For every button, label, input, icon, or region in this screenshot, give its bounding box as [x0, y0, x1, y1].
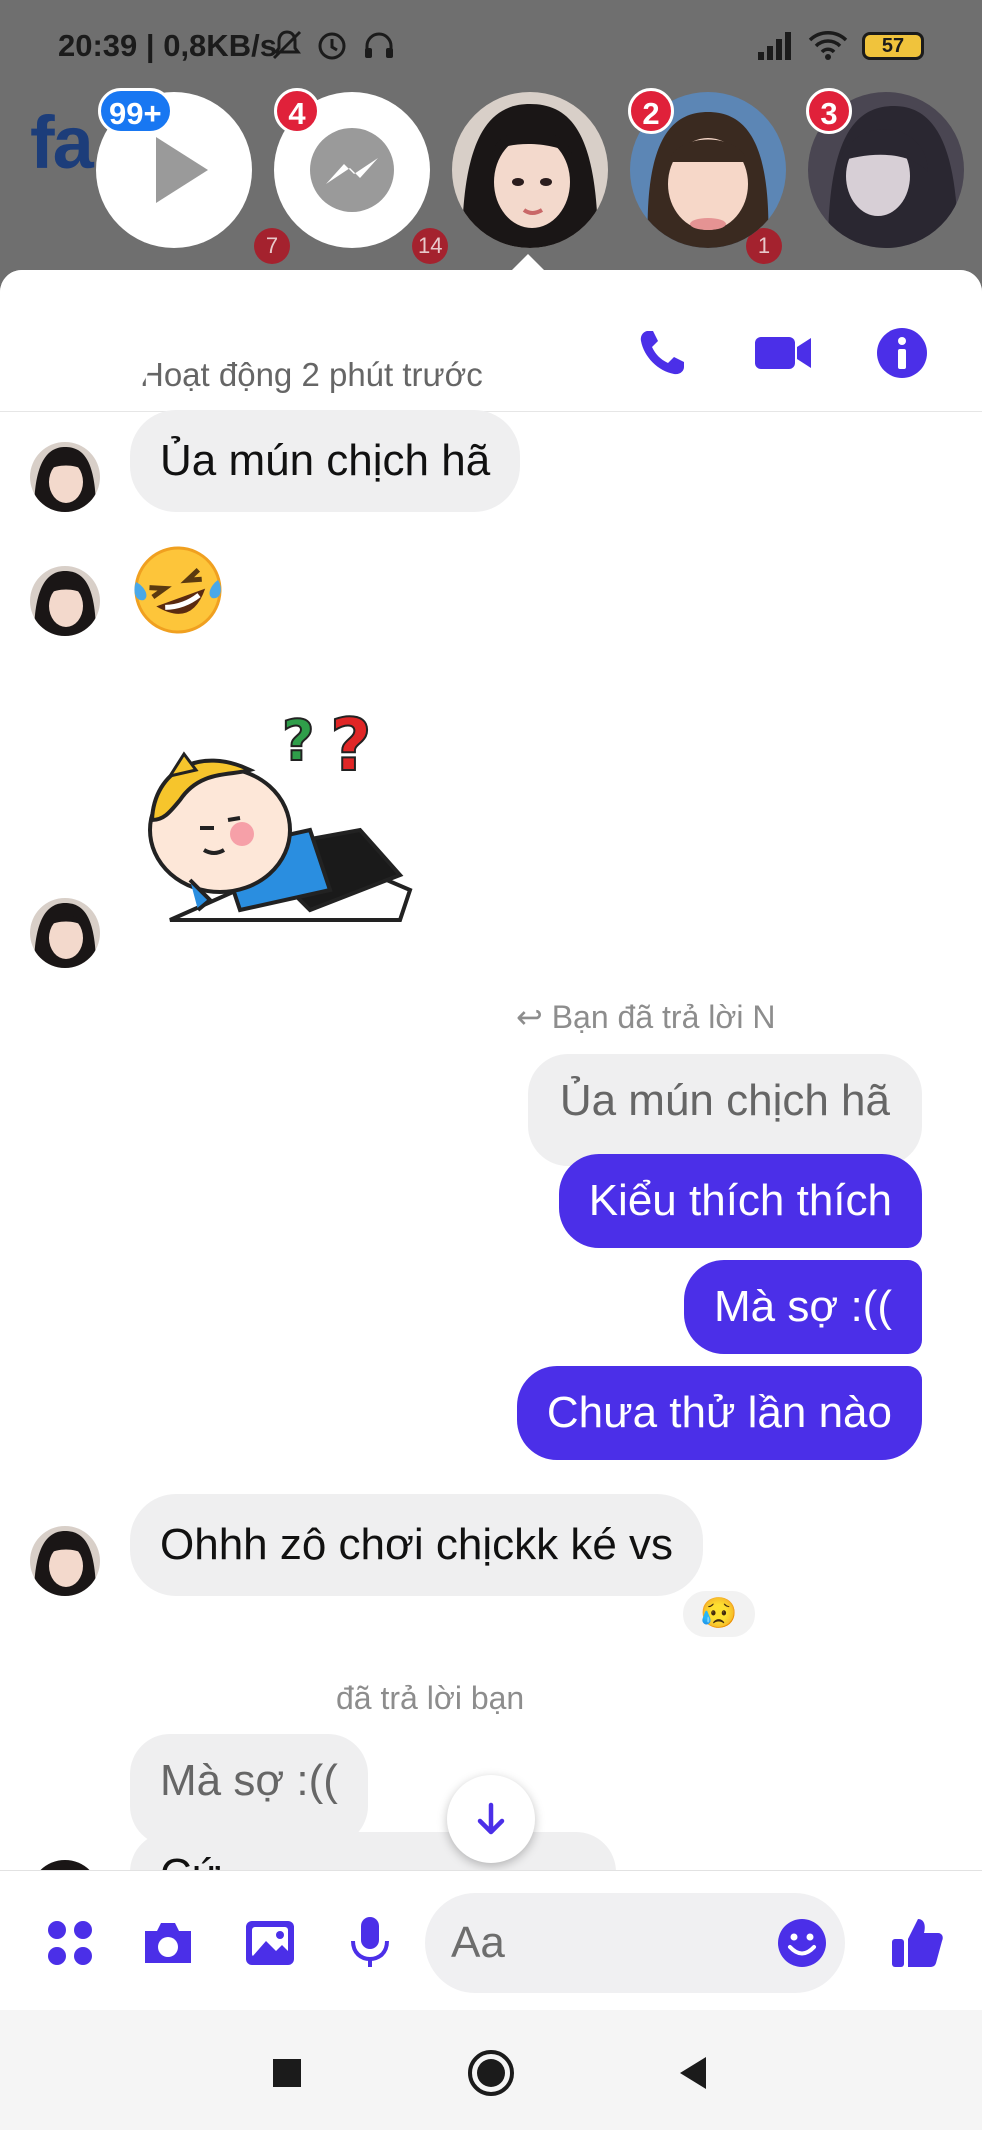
messenger-head-badge: 4: [274, 88, 320, 134]
svg-text:?: ?: [282, 709, 314, 774]
contact-avatar[interactable]: [30, 1526, 100, 1596]
fb-nav-badge: 7: [254, 228, 290, 264]
thumbs-up-icon: [892, 1919, 943, 1967]
incoming-message[interactable]: Ohhh zô chơi chịckk ké vs: [130, 1494, 704, 1596]
scroll-down-button[interactable]: [447, 1775, 535, 1863]
like-button[interactable]: [886, 1913, 946, 1973]
outgoing-message[interactable]: Mà sợ :((: [684, 1260, 922, 1354]
sticker-message[interactable]: ? ?: [140, 700, 430, 945]
emoji-message[interactable]: [130, 542, 226, 643]
reply-arrow-icon: ↩: [516, 999, 552, 1035]
image-icon: [246, 1921, 294, 1965]
more-actions-button[interactable]: [40, 1913, 100, 1973]
contact-head-3-badge: 3: [806, 88, 852, 134]
signal-icon: [756, 28, 796, 67]
quoted-message[interactable]: Ủa mún chịch hã: [527, 1054, 922, 1166]
contact-head-2-badge: 2: [628, 88, 674, 134]
call-button[interactable]: [627, 318, 697, 388]
reaction-badge[interactable]: 😥: [680, 1588, 758, 1640]
camera-icon: [145, 1923, 191, 1963]
smiley-icon: [778, 1919, 826, 1967]
status-time: 20:39 | 0,8KB/s: [58, 28, 277, 63]
gallery-button[interactable]: [240, 1913, 300, 1973]
back-button[interactable]: [668, 2048, 718, 2098]
outgoing-message[interactable]: Kiểu thích thích: [558, 1154, 922, 1248]
camera-button[interactable]: [138, 1913, 198, 1973]
laughing-emoji-icon: [134, 546, 222, 634]
emoji-button[interactable]: [772, 1913, 832, 1973]
contact-avatar[interactable]: [30, 442, 100, 512]
back-triangle-icon: [680, 2057, 706, 2089]
system-nav-bar: [0, 2010, 982, 2130]
facebook-logo: fa: [30, 101, 94, 184]
message-composer: [0, 1870, 982, 2010]
redaction-scribble: [20, 280, 150, 400]
video-camera-icon: [755, 337, 811, 369]
home-button[interactable]: [466, 2048, 516, 2098]
chat-panel: Hoạt động 2 phút trước Ủa mún chịch hã ?…: [0, 270, 982, 2010]
phone-icon: [640, 331, 684, 375]
info-button[interactable]: [867, 318, 937, 388]
home-circle-icon: [468, 2050, 514, 2096]
info-icon: [877, 328, 927, 378]
microphone-icon: [351, 1917, 389, 1967]
quoted-message[interactable]: Mà sợ :((: [130, 1734, 368, 1846]
reply-note: đã trả lời bạn: [336, 1680, 525, 1716]
status-bar: 20:39 | 0,8KB/s 57: [0, 0, 982, 92]
video-call-button[interactable]: [748, 318, 818, 388]
contact-avatar: [452, 92, 608, 248]
confused-baby-sticker-icon: ? ?: [148, 702, 413, 922]
contact-avatar[interactable]: [30, 898, 100, 968]
contact-chat-head-active[interactable]: [452, 92, 608, 248]
reply-note: ↩ Bạn đã trả lời N: [516, 999, 776, 1035]
wifi-icon: [808, 28, 848, 67]
contact-avatar[interactable]: [30, 566, 100, 636]
battery-icon: 57: [862, 32, 924, 60]
square-icon: [273, 2059, 301, 2087]
arrow-down-icon: [477, 1802, 505, 1835]
active-status: Hoạt động 2 phút trước: [140, 356, 483, 393]
recent-apps-button[interactable]: [262, 2048, 312, 2098]
headphones-icon: [362, 28, 396, 67]
alarm-icon: [315, 28, 349, 67]
voice-button[interactable]: [340, 1913, 400, 1973]
video-head-badge: 99+: [98, 88, 173, 134]
outgoing-message[interactable]: Chưa thử lần nào: [516, 1366, 922, 1460]
mute-icon: [270, 28, 304, 67]
chat-header: Hoạt động 2 phút trước: [0, 270, 982, 412]
incoming-message[interactable]: Ủa mún chịch hã: [130, 410, 521, 512]
battery-level: 57: [862, 32, 924, 60]
grid-dots-icon: [48, 1921, 92, 1965]
svg-text:?: ?: [330, 703, 372, 787]
